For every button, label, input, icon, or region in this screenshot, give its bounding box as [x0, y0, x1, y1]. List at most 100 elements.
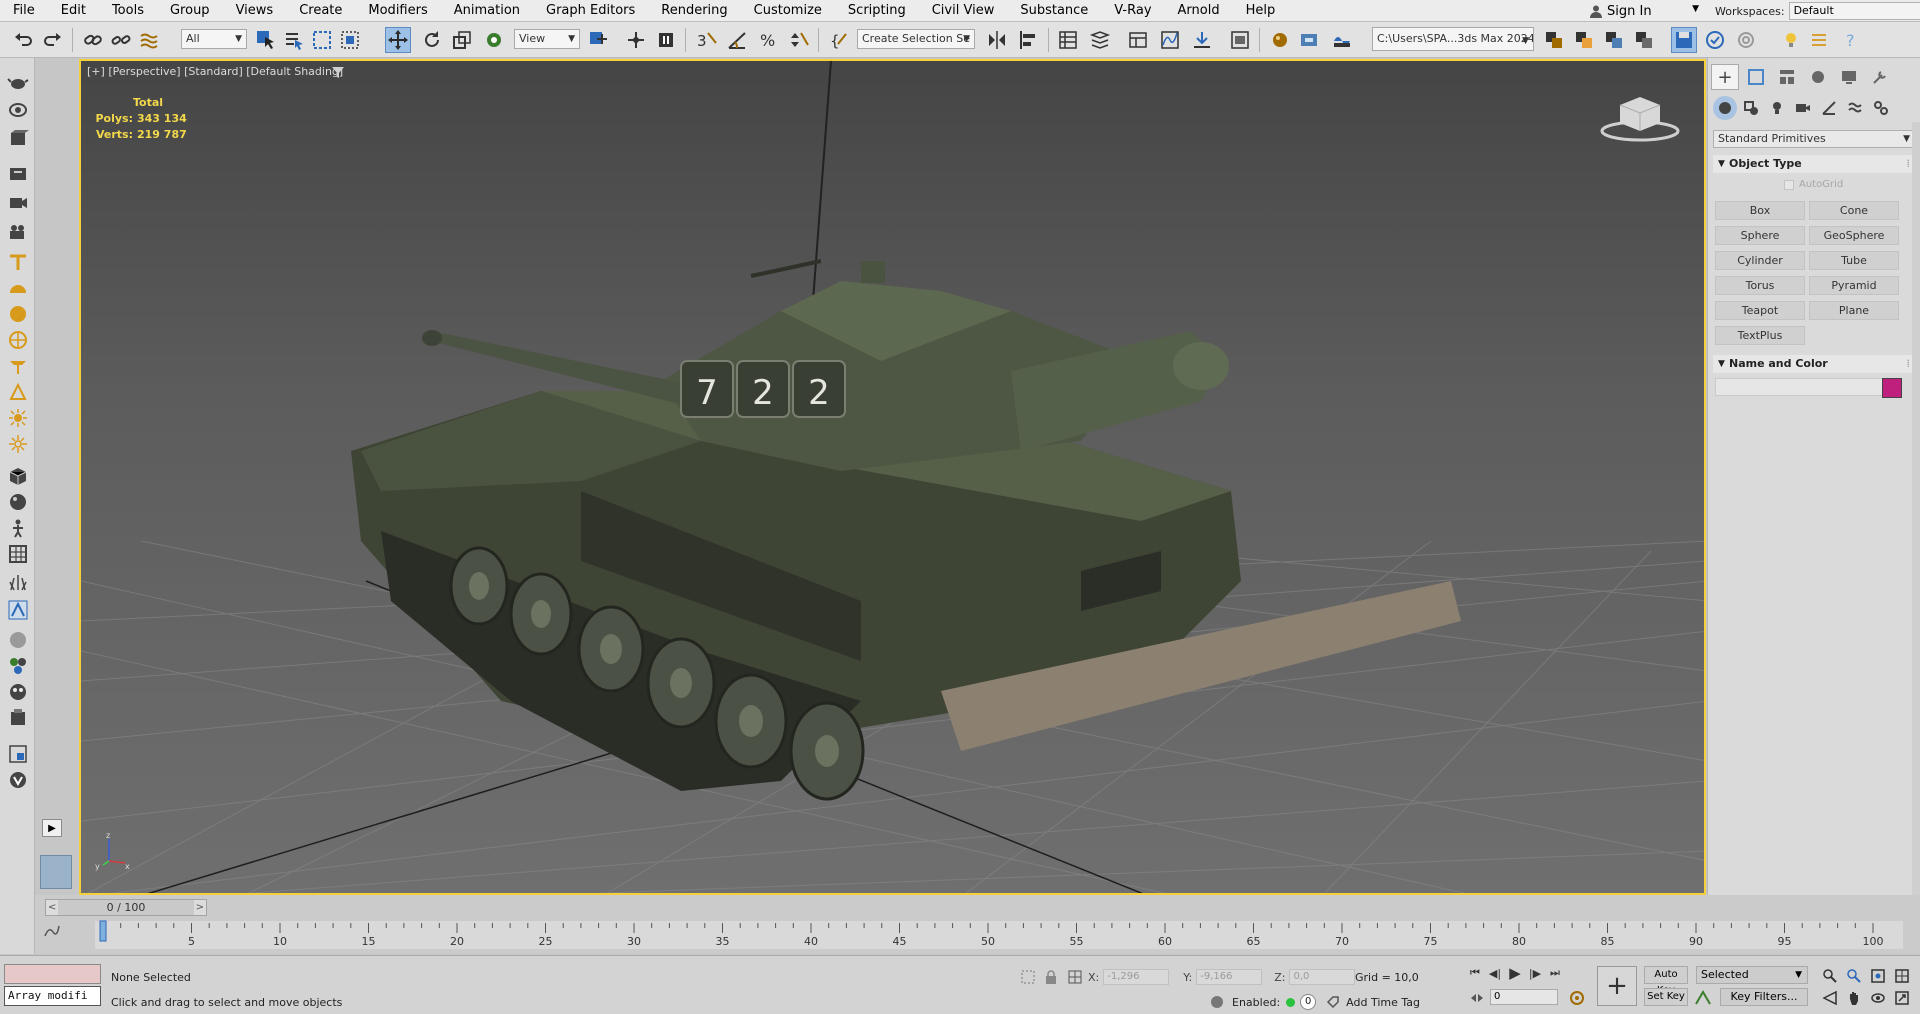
- viewport-play-button[interactable]: ▶: [42, 819, 62, 837]
- material-editor-button[interactable]: [1267, 27, 1293, 53]
- named-selection-set-select[interactable]: Create Selection Se ▼: [857, 29, 975, 49]
- space-warps-category[interactable]: [1843, 96, 1867, 120]
- layout-tool[interactable]: [4, 742, 31, 766]
- undo-button[interactable]: [10, 27, 36, 53]
- set-key-button[interactable]: Set Key: [1644, 988, 1688, 1006]
- select-by-name-button[interactable]: [281, 27, 307, 53]
- grass-tool[interactable]: [4, 570, 31, 594]
- pivot-center-button[interactable]: [585, 27, 611, 53]
- material-tool[interactable]: [4, 490, 31, 514]
- zoom-extents-all-button[interactable]: [1892, 966, 1912, 986]
- character-tool[interactable]: [4, 516, 31, 540]
- layer-explorer-button[interactable]: [1087, 27, 1113, 53]
- x-coordinate-field[interactable]: -1,296: [1103, 969, 1170, 985]
- cube-tool[interactable]: [4, 464, 31, 488]
- window-crossing-button[interactable]: [337, 27, 363, 53]
- project-path-select[interactable]: C:\Users\SPA...3ds Max 2024 ▼: [1372, 27, 1534, 51]
- time-slider[interactable]: < 0 / 100 >: [45, 899, 207, 916]
- orbit-button[interactable]: [1868, 988, 1888, 1008]
- particles-tool[interactable]: [4, 654, 31, 678]
- sun-tool[interactable]: [4, 406, 31, 430]
- create-tab[interactable]: +: [1711, 64, 1739, 90]
- lock-toggle-button[interactable]: [1733, 27, 1759, 53]
- utilities-tab[interactable]: [1866, 64, 1894, 90]
- redo-button[interactable]: [40, 27, 66, 53]
- chevron-right-icon[interactable]: >: [196, 900, 204, 915]
- selection-lock-icon[interactable]: [1068, 970, 1082, 984]
- y-coordinate-field[interactable]: -9,166: [1196, 969, 1263, 985]
- zoom-button[interactable]: [1820, 966, 1840, 986]
- render-tool[interactable]: [4, 162, 31, 186]
- script-tool[interactable]: [4, 706, 31, 730]
- menu-modifiers[interactable]: Modifiers: [355, 0, 440, 22]
- dome-tool[interactable]: [4, 276, 31, 300]
- paint-tool[interactable]: [4, 680, 31, 704]
- key-mode-toggle-icon[interactable]: [1470, 991, 1484, 1005]
- shapes-category[interactable]: [1739, 96, 1763, 120]
- menu-customize[interactable]: Customize: [741, 0, 835, 22]
- key-mode-select[interactable]: Selected ▼: [1696, 966, 1808, 984]
- add-time-tag-button[interactable]: Add Time Tag: [1346, 996, 1420, 1009]
- select-and-scale-button[interactable]: [449, 27, 475, 53]
- textplus-button[interactable]: TextPlus: [1715, 326, 1805, 345]
- key-filter-icon[interactable]: [1694, 989, 1712, 1007]
- menu-civil-view[interactable]: Civil View: [919, 0, 1008, 22]
- geosphere-button[interactable]: GeoSphere: [1809, 226, 1899, 245]
- status-dot[interactable]: [1286, 997, 1296, 1007]
- display-tab[interactable]: [1835, 64, 1863, 90]
- autogrid-checkbox[interactable]: AutoGrid: [1784, 179, 1843, 190]
- dope-sheet-button[interactable]: [1189, 27, 1215, 53]
- menu-scripting[interactable]: Scripting: [835, 0, 919, 22]
- edit-named-selections-button[interactable]: {: [826, 27, 852, 53]
- reference-coordinate-select[interactable]: View ▼: [514, 29, 580, 49]
- menu-rendering[interactable]: Rendering: [648, 0, 740, 22]
- save-status-button[interactable]: [1671, 27, 1697, 53]
- menu-vray[interactable]: V-Ray: [1101, 0, 1164, 22]
- viewport-point-of-view-menu[interactable]: [Perspective]: [108, 65, 180, 78]
- cylinder-button[interactable]: Cylinder: [1715, 251, 1805, 270]
- chevron-left-icon[interactable]: <: [48, 900, 56, 915]
- workspace-select[interactable]: Default ▼: [1788, 2, 1920, 20]
- toggle-ribbon-button[interactable]: [1125, 27, 1151, 53]
- next-frame-button[interactable]: |▶: [1525, 963, 1545, 983]
- lamp-tool[interactable]: [4, 354, 31, 378]
- spinner-snap-button[interactable]: [786, 27, 812, 53]
- project-button-3[interactable]: [1601, 27, 1627, 53]
- align-button[interactable]: [1015, 27, 1041, 53]
- field-of-view-button[interactable]: [1820, 988, 1840, 1008]
- schematic-view-button[interactable]: [1227, 27, 1253, 53]
- pan-view-button[interactable]: [1844, 988, 1864, 1008]
- sphere-button[interactable]: Sphere: [1715, 226, 1805, 245]
- menu-create[interactable]: Create: [286, 0, 355, 22]
- scene-camera-tool[interactable]: [4, 190, 31, 214]
- menu-list-button[interactable]: [1806, 27, 1832, 53]
- menu-arnold[interactable]: Arnold: [1165, 0, 1233, 22]
- scatter-tool[interactable]: [4, 598, 31, 622]
- mirror-button[interactable]: [984, 27, 1010, 53]
- go-to-start-button[interactable]: ⏮: [1465, 963, 1485, 983]
- set-keys-big-button[interactable]: +: [1597, 966, 1637, 1006]
- unlink-button[interactable]: [108, 27, 134, 53]
- viewport-shading-menu[interactable]: [Default Shading]: [246, 65, 343, 78]
- object-type-rollout[interactable]: ▼ Object Type ⁞: [1713, 155, 1916, 173]
- render-setup-button[interactable]: [1297, 27, 1323, 53]
- project-button-4[interactable]: [1631, 27, 1657, 53]
- filter-icon[interactable]: [331, 65, 345, 79]
- select-and-rotate-button[interactable]: [419, 27, 445, 53]
- box-button[interactable]: Box: [1715, 201, 1805, 220]
- go-to-end-button[interactable]: ⏭: [1545, 963, 1565, 983]
- angle-snap-button[interactable]: [724, 27, 750, 53]
- select-and-move-button[interactable]: [385, 27, 411, 53]
- rendered-frame-window-button[interactable]: [1329, 27, 1355, 53]
- zoom-extents-button[interactable]: [1868, 966, 1888, 986]
- object-color-swatch[interactable]: [1882, 378, 1902, 398]
- menu-edit[interactable]: Edit: [48, 0, 99, 22]
- orbit-tool[interactable]: [4, 98, 31, 122]
- hierarchy-tab[interactable]: [1773, 64, 1801, 90]
- keyboard-shortcut-override-button[interactable]: [653, 27, 679, 53]
- rectangle-selection-button[interactable]: [309, 27, 335, 53]
- auto-key-button[interactable]: Auto Key: [1644, 966, 1688, 996]
- tube-button[interactable]: Tube: [1809, 251, 1899, 270]
- sphere-tool[interactable]: [4, 302, 31, 326]
- time-configuration-icon[interactable]: [1568, 989, 1586, 1007]
